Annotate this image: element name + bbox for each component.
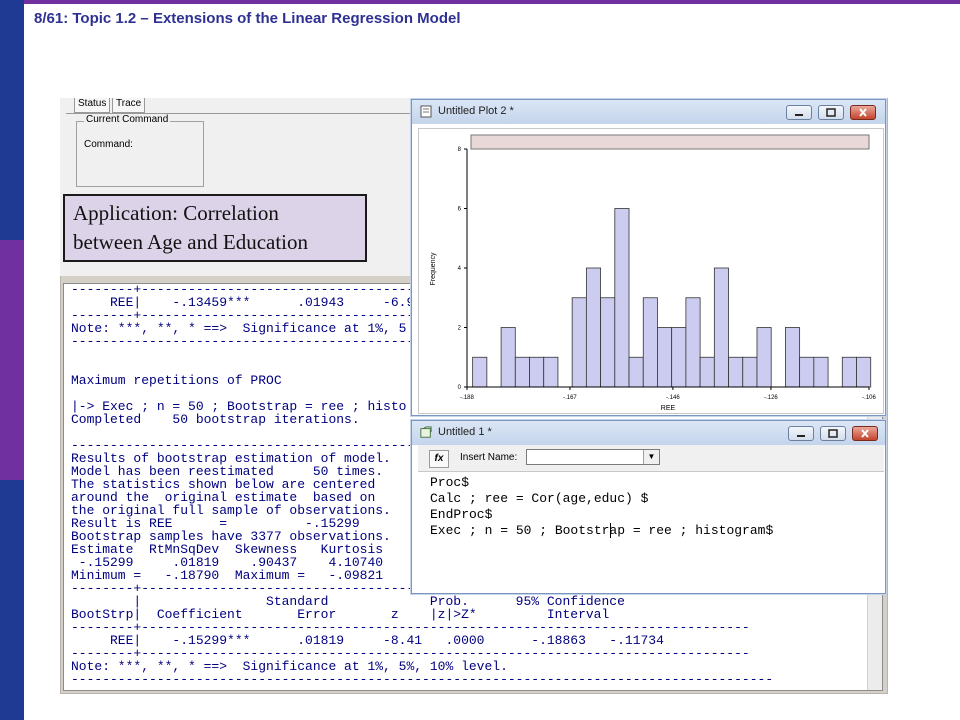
- histogram-bar: [699, 356, 715, 388]
- x-tick-label: -.106: [862, 395, 876, 401]
- code-line: Exec ; n = 50 ; Bootstrap = ree ; histog…: [430, 523, 774, 538]
- callout-line-1: Application: Correlation: [73, 201, 279, 225]
- left-bar-purple: [0, 240, 24, 480]
- callout-line-2: between Age and Education: [73, 230, 308, 254]
- histogram-bar: [600, 297, 616, 388]
- x-tick-label: -.126: [764, 395, 778, 401]
- tab-trace[interactable]: Trace: [112, 98, 146, 113]
- current-command-label: Current Command: [84, 114, 171, 125]
- slide-title: 8/61: Topic 1.2 – Extensions of the Line…: [34, 10, 461, 27]
- x-tick-label: -.146: [666, 395, 680, 401]
- histogram-chart: 0 2 4 6 8 -.188 -.167 -.146 -.126 -.106 Frequenc…: [430, 134, 876, 412]
- histogram-bar: [514, 356, 530, 388]
- histogram-bar: [642, 297, 658, 388]
- code-line: EndProc$: [430, 507, 493, 522]
- y-axis-label: Frequency: [430, 252, 437, 286]
- plot-area: 0 2 4 6 8 -.188 -.167 -.146 -.126 -.106 Frequenc…: [418, 128, 884, 414]
- y-tick-label: 8: [458, 147, 462, 153]
- output-line: ----------------------------------------…: [71, 672, 774, 687]
- histogram-bar: [614, 208, 630, 388]
- y-tick-label: 0: [458, 385, 462, 391]
- close-icon: [861, 429, 869, 438]
- command-label: Command:: [84, 139, 133, 150]
- editor-window-title: Untitled 1 *: [438, 426, 492, 438]
- close-icon: [859, 108, 867, 117]
- y-tick-label: 4: [458, 266, 462, 272]
- minimize-button[interactable]: [786, 105, 812, 120]
- code-editor[interactable]: Proc$ Calc ; ree = Cor(age,educ) $ EndPr…: [418, 472, 884, 592]
- histogram-bar: [713, 267, 729, 388]
- insert-name-label: Insert Name:: [460, 452, 518, 463]
- histogram-bar: [756, 327, 772, 388]
- left-bar-blue-top: [0, 0, 24, 240]
- histogram-bar: [856, 356, 872, 388]
- editor-maximize-button[interactable]: [820, 426, 846, 441]
- x-axis-label: REE: [661, 405, 676, 412]
- callout-box: Application: Correlation between Age and…: [63, 194, 367, 262]
- histogram-bar: [841, 356, 857, 388]
- histogram-bar: [657, 327, 673, 388]
- histogram-bar: [671, 327, 687, 388]
- histogram-bar: [571, 297, 587, 388]
- histogram-bar: [785, 327, 801, 388]
- left-bar-blue-bottom: [0, 480, 24, 720]
- code-line: Calc ; ree = Cor(age,educ) $: [430, 491, 649, 506]
- document-icon: [420, 105, 432, 118]
- maximize-icon: [826, 108, 836, 117]
- plot-header-band: [470, 134, 870, 150]
- editor-window-titlebar[interactable]: Untitled 1 *: [412, 421, 885, 445]
- editor-close-button[interactable]: [852, 426, 878, 441]
- insert-name-select[interactable]: ▼: [526, 449, 660, 465]
- editor-document-icon: [420, 426, 432, 438]
- maximize-icon: [828, 429, 838, 438]
- output-line: Maximum repetitions of PROC: [71, 373, 282, 388]
- x-tick-label: -.167: [563, 395, 577, 401]
- slide-left-bar: [0, 0, 24, 720]
- maximize-button[interactable]: [818, 105, 844, 120]
- editor-minimize-button[interactable]: [788, 426, 814, 441]
- histogram-bar: [543, 356, 559, 388]
- slide-top-line: [24, 0, 960, 4]
- y-tick-label: 6: [458, 207, 462, 213]
- histogram-bar: [628, 356, 644, 388]
- close-button[interactable]: [850, 105, 876, 120]
- chevron-down-icon[interactable]: ▼: [643, 450, 659, 464]
- minimize-icon: [797, 435, 805, 437]
- histogram-bar: [742, 356, 758, 388]
- editor-toolbar: fx Insert Name: ▼: [418, 445, 884, 472]
- histogram-bar: [585, 267, 601, 388]
- histogram-bar: [472, 356, 488, 388]
- y-tick-label: 2: [458, 326, 462, 332]
- output-line: Completed 50 bootstrap iterations.: [71, 412, 360, 427]
- x-tick-label: -.188: [460, 395, 474, 401]
- fx-button[interactable]: fx: [429, 450, 449, 468]
- histogram-bar: [529, 356, 545, 388]
- code-line: Proc$: [430, 475, 470, 490]
- text-cursor: [610, 523, 611, 538]
- histogram-bar: [685, 297, 701, 388]
- histogram-bar: [813, 356, 829, 388]
- histogram-bar: [799, 356, 815, 388]
- plot-window-titlebar[interactable]: Untitled Plot 2 *: [412, 100, 885, 124]
- histogram-bar: [728, 356, 744, 388]
- minimize-icon: [795, 114, 803, 116]
- histogram-bar: [500, 327, 516, 388]
- current-command-group: [76, 121, 204, 187]
- tab-status[interactable]: Status: [74, 98, 111, 113]
- plot-window-title: Untitled Plot 2 *: [438, 105, 514, 117]
